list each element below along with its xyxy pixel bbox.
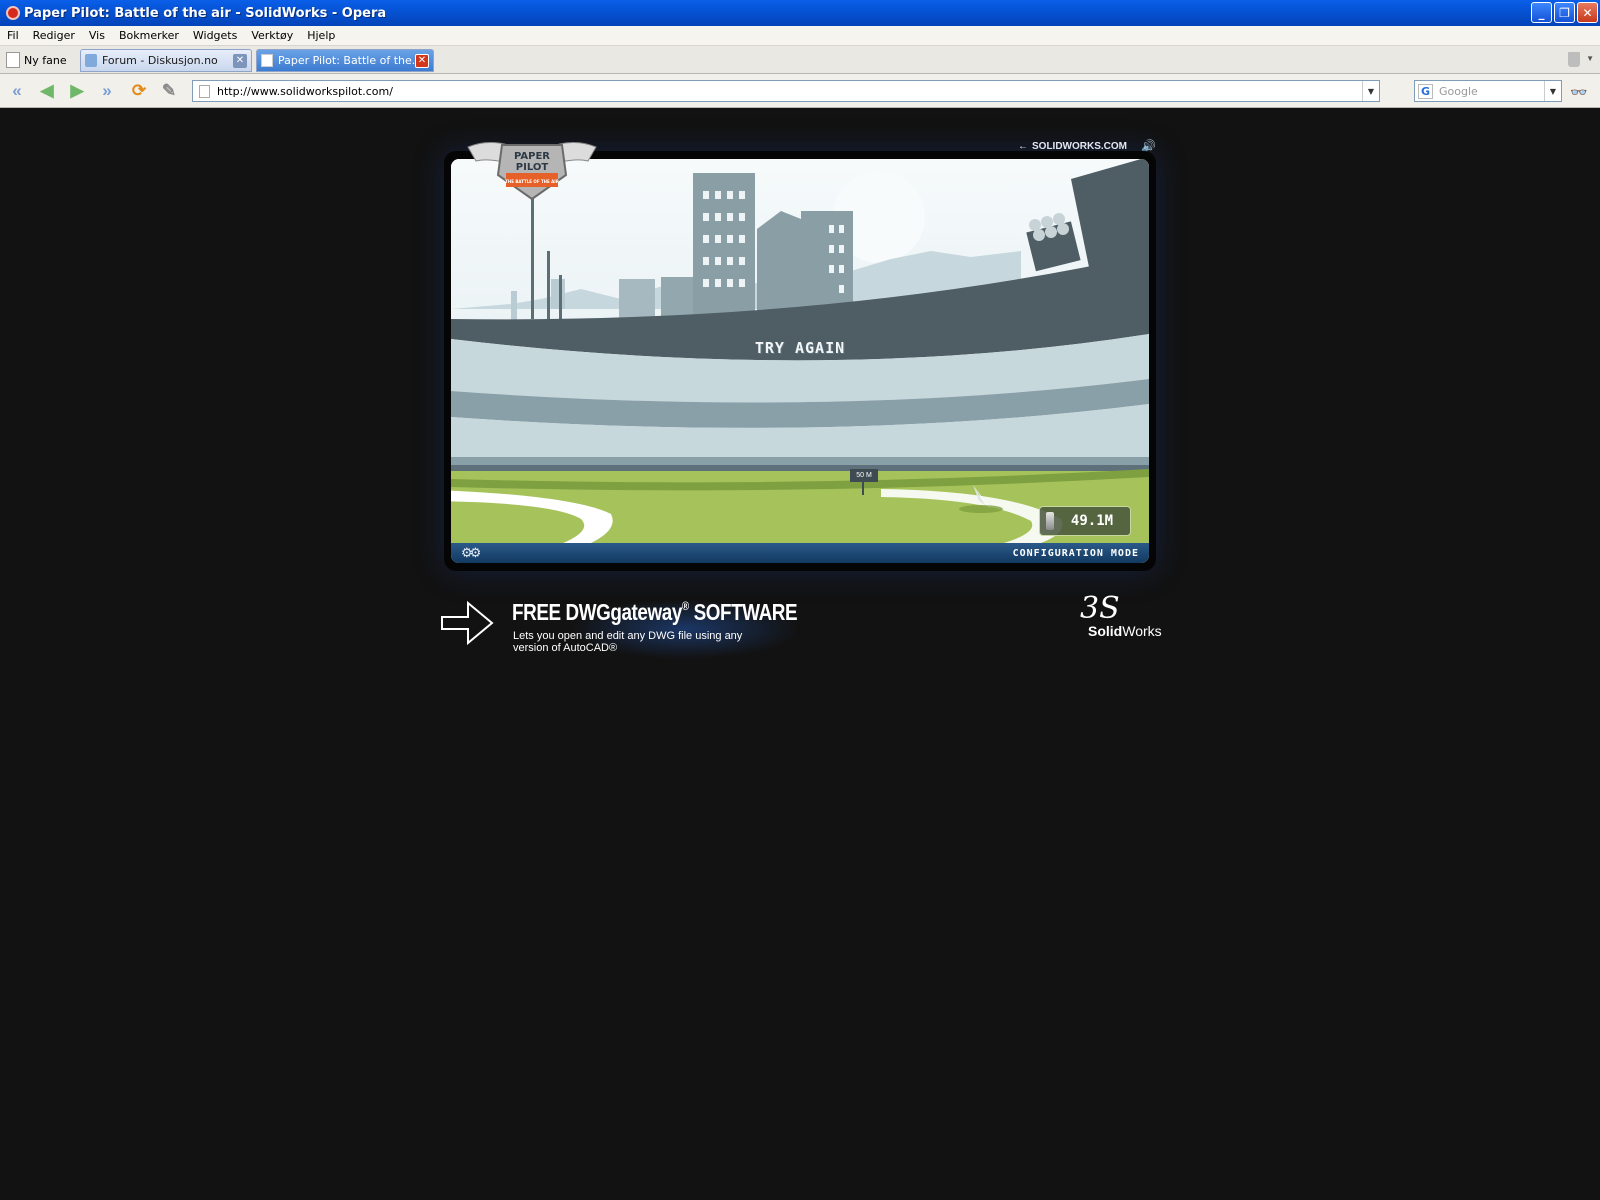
logo-line-2: PILOT bbox=[516, 162, 549, 173]
arrow-right-icon bbox=[441, 600, 494, 646]
promo-subtext: Lets you open and edit any DWG file usin… bbox=[513, 630, 743, 654]
search-dropdown-icon[interactable]: ▼ bbox=[1544, 81, 1561, 101]
opera-icon bbox=[6, 6, 20, 20]
tab-label: Forum - Diskusjon.no bbox=[102, 54, 218, 67]
google-icon[interactable]: G bbox=[1418, 83, 1433, 99]
try-again-button[interactable]: TRY AGAIN bbox=[451, 339, 1149, 357]
close-window-button[interactable]: ✕ bbox=[1577, 2, 1598, 23]
distance-readout: 49.1M bbox=[1039, 506, 1131, 536]
new-document-icon bbox=[6, 52, 20, 68]
menu-fil[interactable]: Fil bbox=[0, 29, 26, 42]
edit-pen-icon[interactable]: ✎ bbox=[158, 81, 180, 101]
trash-dropdown-icon[interactable]: ▼ bbox=[1586, 54, 1594, 63]
solidworks-logo[interactable]: 3S SolidWorks bbox=[1076, 591, 1166, 651]
window-title: Paper Pilot: Battle of the air - SolidWo… bbox=[24, 5, 387, 21]
game-canvas[interactable]: TRY AGAIN 50 M 49.1M ⚙⚙ CONFIGURATION MO… bbox=[451, 159, 1149, 563]
forum-favicon-icon bbox=[85, 54, 97, 67]
paper-pilot-logo: PAPER PILOT THE BATTLE OF THE AIR bbox=[467, 142, 597, 201]
new-tab-label: Ny fane bbox=[24, 53, 67, 67]
tab-forum[interactable]: Forum - Diskusjon.no ✕ bbox=[80, 49, 252, 72]
rewind-icon[interactable]: « bbox=[6, 81, 28, 101]
arrow-left-icon: ← bbox=[1018, 140, 1028, 152]
promo-headline-suffix: SOFTWARE bbox=[688, 599, 798, 625]
close-tab-icon[interactable]: ✕ bbox=[233, 53, 247, 68]
distance-marker: 50 M bbox=[850, 469, 878, 482]
solidworks-link[interactable]: ← SOLIDWORKS.COM bbox=[1018, 141, 1127, 152]
address-bar[interactable]: http://www.solidworkspilot.com/ ▼ bbox=[192, 80, 1380, 102]
url-text[interactable]: http://www.solidworkspilot.com/ bbox=[217, 85, 1362, 98]
trash-icon[interactable] bbox=[1568, 52, 1580, 67]
page-favicon-icon bbox=[261, 54, 273, 67]
tab-paper-pilot[interactable]: Paper Pilot: Battle of the... ✕ bbox=[256, 49, 434, 72]
menu-widgets[interactable]: Widgets bbox=[186, 29, 244, 42]
menu-hjelp[interactable]: Hjelp bbox=[300, 29, 342, 42]
wordmark-solid: Solid bbox=[1088, 623, 1123, 639]
promo-registered: ® bbox=[681, 599, 689, 613]
menu-bar: Fil Rediger Vis Bokmerker Widgets Verktø… bbox=[0, 26, 1600, 46]
game-scene bbox=[451, 159, 1149, 563]
solidworks-wordmark: SolidWorks bbox=[1088, 623, 1162, 639]
navigation-toolbar: « ◀ ▶ » ⟳ ✎ http://www.solidworkspilot.c… bbox=[0, 74, 1600, 108]
glasses-icon[interactable]: 👓 bbox=[1570, 84, 1587, 101]
ds-logo-mark: 3S bbox=[1080, 591, 1120, 626]
menu-rediger[interactable]: Rediger bbox=[26, 29, 82, 42]
dwg-gateway-promo[interactable]: FREE DWGgateway® SOFTWARE Lets you open … bbox=[440, 589, 800, 659]
page-content: ← SOLIDWORKS.COM 🔊 TRY AGAIN 50 M 49.1M … bbox=[0, 109, 1600, 1200]
game-frame: TRY AGAIN 50 M 49.1M ⚙⚙ CONFIGURATION MO… bbox=[444, 151, 1156, 571]
close-tab-icon[interactable]: ✕ bbox=[415, 53, 429, 68]
reload-icon[interactable]: ⟳ bbox=[128, 81, 150, 101]
search-field[interactable]: G Google ▼ bbox=[1414, 80, 1562, 102]
promo-headline-main: FREE DWGgateway bbox=[512, 599, 682, 625]
wordmark-works: Works bbox=[1122, 623, 1162, 639]
configuration-mode-button[interactable]: CONFIGURATION MODE bbox=[1013, 548, 1139, 559]
meter-icon bbox=[1046, 512, 1054, 530]
minimize-button[interactable]: _ bbox=[1531, 2, 1552, 23]
settings-gears-icon[interactable]: ⚙⚙ bbox=[461, 545, 481, 561]
game-bottom-bar: ⚙⚙ CONFIGURATION MODE bbox=[451, 543, 1149, 563]
solidworks-link-label: SOLIDWORKS.COM bbox=[1032, 140, 1127, 152]
new-tab-button[interactable]: Ny fane bbox=[6, 50, 67, 70]
window-titlebar: Paper Pilot: Battle of the air - SolidWo… bbox=[0, 0, 1600, 26]
search-placeholder[interactable]: Google bbox=[1439, 85, 1544, 98]
tab-label: Paper Pilot: Battle of the... bbox=[278, 54, 415, 67]
menu-vis[interactable]: Vis bbox=[82, 29, 112, 42]
logo-tagline: THE BATTLE OF THE AIR bbox=[505, 179, 559, 184]
tab-bar: Ny fane Forum - Diskusjon.no ✕ Paper Pil… bbox=[0, 46, 1600, 74]
restore-button[interactable]: ❐ bbox=[1554, 2, 1575, 23]
window-controls: _ ❐ ✕ bbox=[1531, 2, 1598, 23]
menu-bokmerker[interactable]: Bokmerker bbox=[112, 29, 186, 42]
distance-value: 49.1M bbox=[1070, 513, 1114, 529]
back-icon[interactable]: ◀ bbox=[36, 81, 58, 101]
menu-verktoy[interactable]: Verktøy bbox=[244, 29, 300, 42]
logo-line-1: PAPER bbox=[514, 151, 550, 162]
page-icon bbox=[199, 84, 210, 98]
forward-icon[interactable]: ▶ bbox=[66, 81, 88, 101]
fast-forward-icon[interactable]: » bbox=[96, 81, 118, 101]
promo-headline: FREE DWGgateway® SOFTWARE bbox=[512, 599, 798, 626]
address-dropdown-icon[interactable]: ▼ bbox=[1362, 81, 1379, 101]
